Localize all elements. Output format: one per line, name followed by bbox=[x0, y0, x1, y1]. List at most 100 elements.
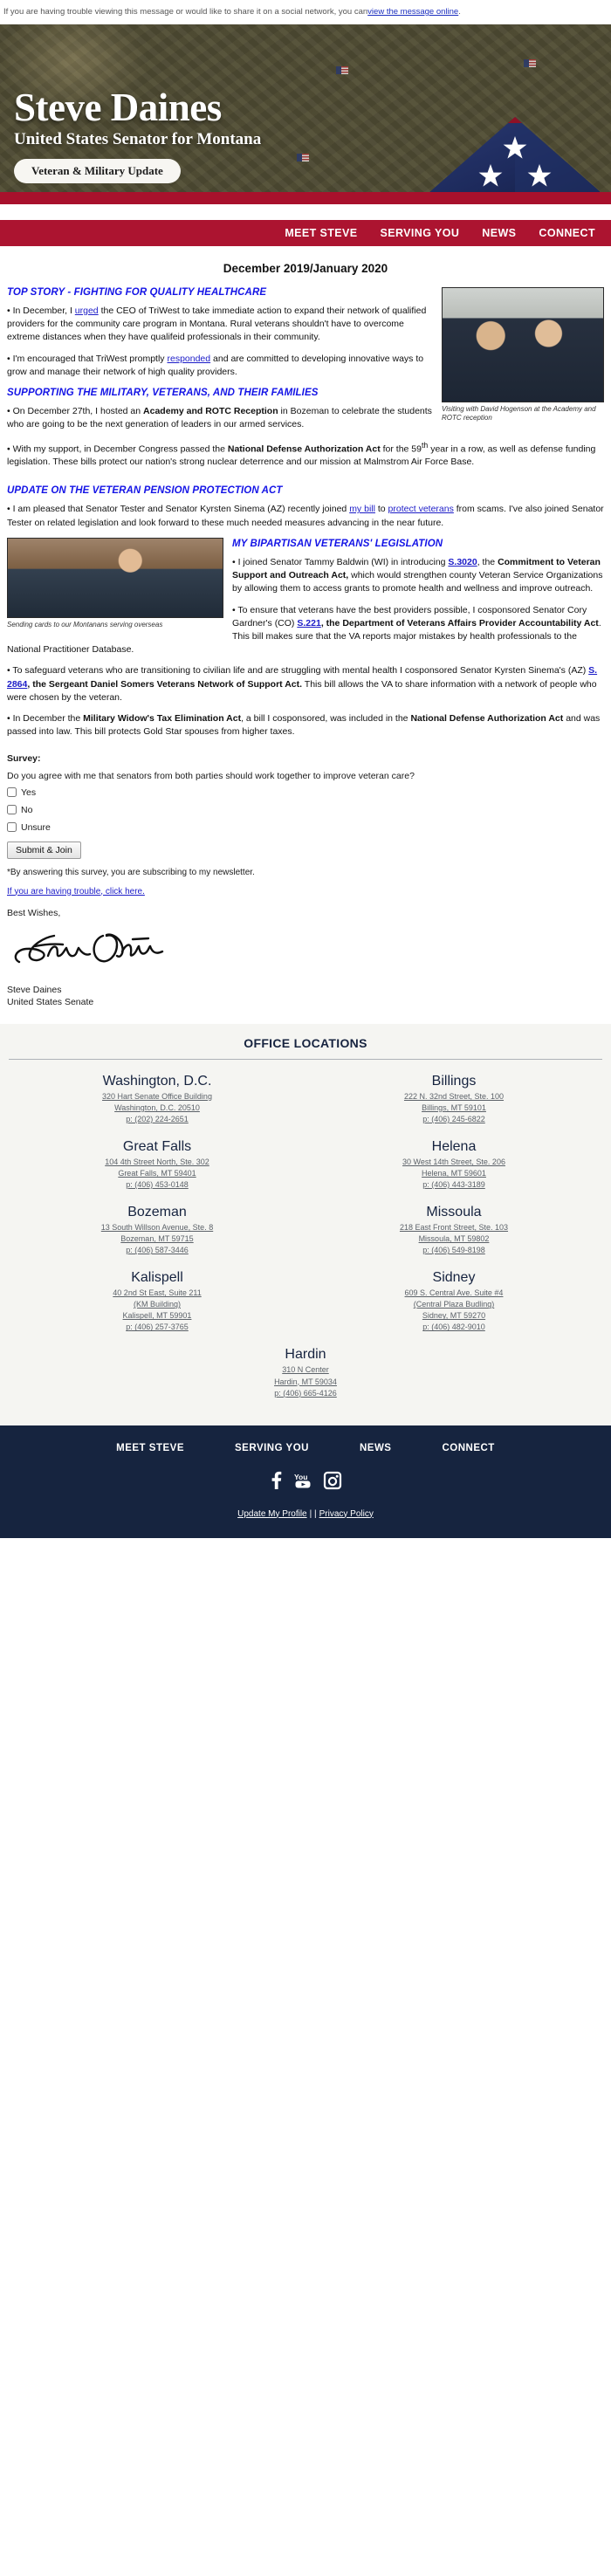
office-address-line2[interactable]: Hardin, MT 59034 bbox=[12, 1377, 599, 1388]
office-card-sidney: Sidney 609 S. Central Ave. Suite #4 (Cen… bbox=[306, 1265, 602, 1342]
text-fragment: to bbox=[374, 504, 388, 515]
office-address-line1[interactable]: 222 N. 32nd Street, Ste. 100 bbox=[309, 1091, 599, 1103]
office-phone[interactable]: p: (406) 443-3189 bbox=[309, 1179, 599, 1191]
trouble-link-wrap: If you are having trouble, click here. bbox=[7, 887, 604, 896]
newsletter-body: December 2019/January 2020 Visiting with… bbox=[0, 246, 611, 1008]
office-address-line2[interactable]: Helena, MT 59601 bbox=[309, 1168, 599, 1179]
instagram-icon[interactable] bbox=[323, 1471, 342, 1490]
footer-nav-news[interactable]: NEWS bbox=[360, 1443, 392, 1453]
office-card-washington: Washington, D.C. 320 Hart Senate Office … bbox=[9, 1068, 306, 1134]
text-bold-fragment: Military Widow's Tax Elimination Act bbox=[83, 713, 242, 725]
paragraph-s2864: • To safeguard veterans who are transiti… bbox=[7, 664, 604, 704]
office-phone[interactable]: p: (406) 587-3446 bbox=[12, 1245, 302, 1256]
office-phone[interactable]: p: (406) 665-4126 bbox=[12, 1388, 599, 1399]
protect-veterans-link[interactable]: protect veterans bbox=[388, 504, 454, 514]
text-fragment: , the bbox=[477, 556, 498, 567]
youtube-icon[interactable]: You bbox=[293, 1471, 312, 1490]
privacy-policy-link[interactable]: Privacy Policy bbox=[319, 1509, 374, 1519]
signature-block: Steve Daines United States Senate bbox=[7, 984, 604, 1008]
survey-option-unsure[interactable]: Unsure bbox=[7, 822, 604, 833]
survey-question: Do you agree with me that senators from … bbox=[7, 770, 415, 781]
having-trouble-link[interactable]: If you are having trouble, click here. bbox=[7, 887, 145, 896]
text-fragment: for the 59 bbox=[380, 443, 422, 455]
office-phone[interactable]: p: (406) 549-8198 bbox=[309, 1245, 599, 1256]
office-city: Washington, D.C. bbox=[102, 1073, 212, 1089]
survey-option-no[interactable]: No bbox=[7, 805, 604, 815]
urged-link[interactable]: urged bbox=[75, 306, 99, 316]
update-my-profile-link[interactable]: Update My Profile bbox=[237, 1509, 306, 1519]
office-address-line2[interactable]: (Central Plaza Budling) bbox=[309, 1299, 599, 1310]
office-address-line2[interactable]: Washington, D.C. 20510 bbox=[12, 1103, 302, 1114]
office-address-line1[interactable]: 13 South Willson Avenue, Ste. 8 bbox=[12, 1222, 302, 1233]
office-city: Kalispell bbox=[131, 1270, 183, 1286]
office-address-line1[interactable]: 320 Hart Senate Office Building bbox=[12, 1091, 302, 1103]
office-card-bozeman: Bozeman 13 South Willson Avenue, Ste. 8 … bbox=[9, 1199, 306, 1265]
us-flag-patch-icon bbox=[297, 154, 309, 161]
s3020-link[interactable]: S.3020 bbox=[448, 557, 477, 567]
my-bill-link[interactable]: my bill bbox=[349, 504, 375, 514]
footer-nav-serving-you[interactable]: SERVING YOU bbox=[235, 1443, 309, 1453]
office-phone[interactable]: p: (406) 482-9010 bbox=[309, 1322, 599, 1333]
office-address-line2[interactable]: Billings, MT 59101 bbox=[309, 1103, 599, 1114]
office-address-line1[interactable]: 30 West 14th Street, Ste. 206 bbox=[309, 1157, 599, 1168]
newsletter-type-badge: Veteran & Military Update bbox=[14, 159, 181, 183]
nav-item-meet-steve[interactable]: MEET STEVE bbox=[285, 227, 357, 239]
footer-nav-connect[interactable]: CONNECT bbox=[442, 1443, 494, 1453]
office-address-line1[interactable]: 40 2nd St East, Suite 211 bbox=[12, 1288, 302, 1299]
office-address-line1[interactable]: 104 4th Street North, Ste. 302 bbox=[12, 1157, 302, 1168]
svg-text:You: You bbox=[294, 1473, 307, 1481]
survey-option-label: No bbox=[21, 804, 33, 815]
office-phone[interactable]: p: (406) 257-3765 bbox=[12, 1322, 302, 1333]
text-fragment: • With my support, in December Congress … bbox=[7, 443, 228, 455]
office-city: Great Falls bbox=[122, 1139, 192, 1155]
sending-cards-photo bbox=[7, 537, 223, 618]
office-phone[interactable]: p: (406) 245-6822 bbox=[309, 1114, 599, 1125]
site-footer: MEET STEVE SERVING YOU NEWS CONNECT You bbox=[0, 1425, 611, 1538]
office-address-line2[interactable]: Great Falls, MT 59401 bbox=[12, 1168, 302, 1179]
office-address-line2[interactable]: Bozeman, MT 59715 bbox=[12, 1233, 302, 1245]
office-address-line1[interactable]: 609 S. Central Ave. Suite #4 bbox=[309, 1288, 599, 1299]
facebook-icon[interactable] bbox=[269, 1471, 283, 1490]
academy-rotc-photo-block: Visiting with David Hogenson at the Acad… bbox=[442, 287, 604, 422]
text-bold-fragment: National Defense Authorization Act bbox=[227, 443, 381, 455]
senator-name: Steve Daines bbox=[14, 86, 222, 130]
s221-link[interactable]: S.221 bbox=[297, 618, 320, 629]
office-locations-section: OFFICE LOCATIONS Washington, D.C. 320 Ha… bbox=[0, 1023, 611, 1425]
main-navigation: MEET STEVE SERVING YOU NEWS CONNECT bbox=[0, 220, 611, 246]
red-divider-band bbox=[0, 192, 611, 204]
text-bold-fragment: , the Department of Veterans Affairs Pro… bbox=[320, 617, 599, 629]
survey-option-yes[interactable]: Yes bbox=[7, 787, 604, 798]
best-wishes-text: Best Wishes, bbox=[7, 907, 61, 918]
survey-checkbox-unsure[interactable] bbox=[7, 822, 17, 833]
office-card-hardin: Hardin 310 N Center Hardin, MT 59034 p: … bbox=[9, 1342, 602, 1407]
survey-checkbox-yes[interactable] bbox=[7, 787, 17, 798]
office-phone[interactable]: p: (202) 224-2651 bbox=[12, 1114, 302, 1125]
text-fragment: • To safeguard veterans who are transiti… bbox=[7, 665, 589, 677]
sending-cards-photo-caption: Sending cards to our Montanans serving o… bbox=[7, 620, 163, 629]
submit-and-join-button[interactable]: Submit & Join bbox=[7, 841, 81, 859]
office-address-line3[interactable]: Kalispell, MT 59901 bbox=[12, 1310, 302, 1322]
signature-name: Steve Daines bbox=[7, 984, 62, 995]
office-address-line2[interactable]: Missoula, MT 59802 bbox=[309, 1233, 599, 1245]
footer-link-separator: | | bbox=[309, 1508, 317, 1519]
nav-item-serving-you[interactable]: SERVING YOU bbox=[381, 227, 460, 239]
office-phone[interactable]: p: (406) 453-0148 bbox=[12, 1179, 302, 1191]
footer-nav-meet-steve[interactable]: MEET STEVE bbox=[116, 1443, 184, 1453]
issue-date: December 2019/January 2020 bbox=[223, 262, 388, 275]
office-address-line1[interactable]: 310 N Center bbox=[12, 1364, 599, 1376]
text-bold-fragment: National Defense Authorization Act bbox=[410, 713, 564, 725]
survey-checkbox-no[interactable] bbox=[7, 805, 17, 815]
view-message-online-link[interactable]: view the message online bbox=[367, 7, 458, 17]
sending-cards-photo-block: Sending cards to our Montanans serving o… bbox=[7, 537, 223, 629]
office-locations-title: OFFICE LOCATIONS bbox=[9, 1036, 602, 1060]
nav-item-connect[interactable]: CONNECT bbox=[539, 227, 595, 239]
office-address-line1[interactable]: 218 East Front Street, Ste. 103 bbox=[309, 1222, 599, 1233]
office-card-missoula: Missoula 218 East Front Street, Ste. 103… bbox=[306, 1199, 602, 1265]
office-address-line3[interactable]: Sidney, MT 59270 bbox=[309, 1310, 599, 1322]
section-heading-pension-protection: UPDATE ON THE VETERAN PENSION PROTECTION… bbox=[7, 485, 283, 497]
office-address-line2[interactable]: (KM Building) bbox=[12, 1299, 302, 1310]
responded-link[interactable]: responded bbox=[167, 354, 210, 364]
footer-utility-links: Update My Profile | | Privacy Policy bbox=[0, 1509, 611, 1519]
nav-item-news[interactable]: NEWS bbox=[482, 227, 516, 239]
office-card-helena: Helena 30 West 14th Street, Ste. 206 Hel… bbox=[306, 1134, 602, 1199]
